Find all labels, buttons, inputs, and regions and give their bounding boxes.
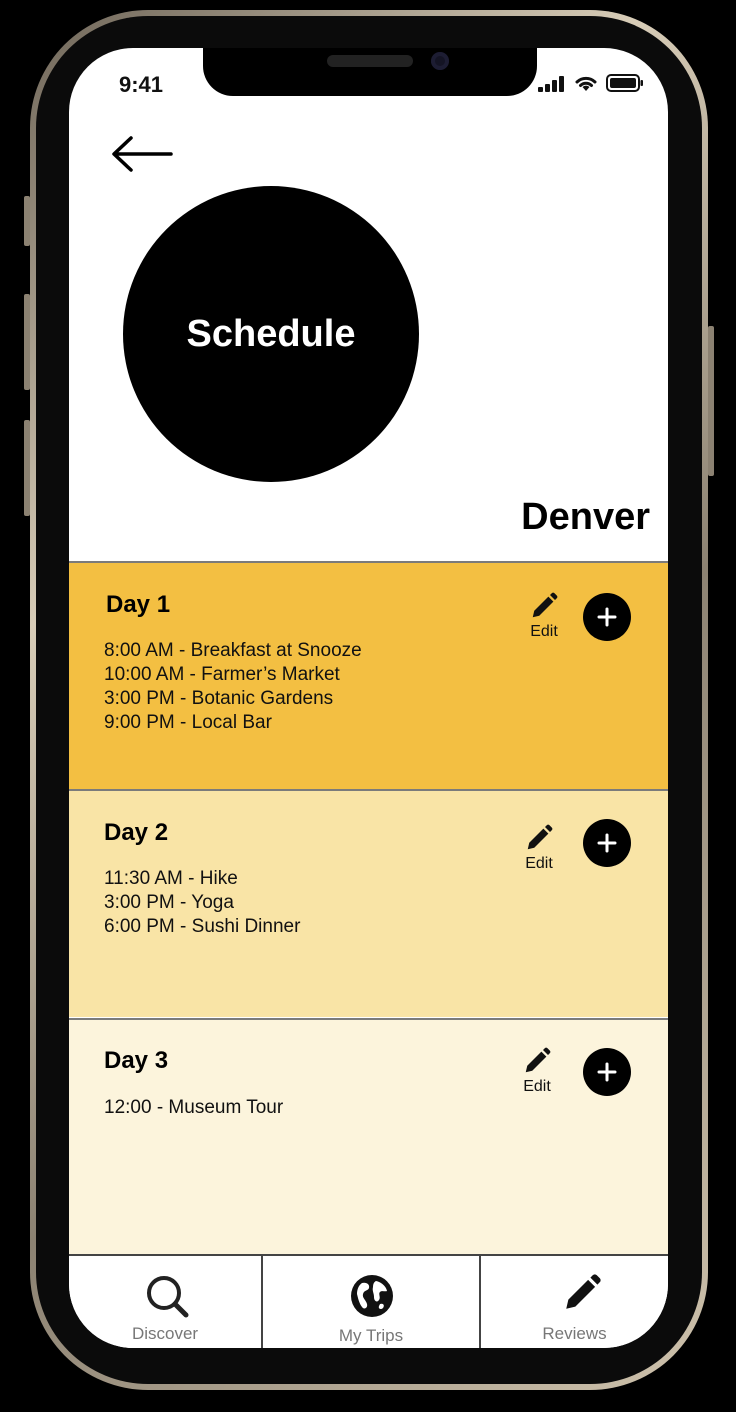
signal-icon <box>538 76 564 92</box>
edit-button[interactable]: Edit <box>512 1046 562 1096</box>
day-card-2: Day 2 11:30 AM - Hike 3:00 PM - Yoga 6:0… <box>69 789 668 1017</box>
activity-item: 6:00 PM - Sushi Dinner <box>104 916 301 937</box>
schedule-badge: Schedule <box>123 186 419 482</box>
activity-list: 12:00 - Museum Tour <box>104 1096 283 1120</box>
back-arrow-icon[interactable] <box>109 134 173 174</box>
tab-bar: Discover My Trips Reviews <box>69 1254 668 1348</box>
status-time: 9:41 <box>119 72 164 97</box>
add-activity-button[interactable] <box>583 593 631 641</box>
front-camera <box>431 52 449 70</box>
notch <box>203 48 537 96</box>
page-title: Schedule <box>186 312 356 355</box>
tab-label: My Trips <box>338 1326 404 1345</box>
tab-label: Discover <box>131 1324 199 1343</box>
activity-item: 3:00 PM - Botanic Gardens <box>104 688 334 709</box>
screen: 9:41 Schedule Denver Day 1 8:00 AM - Bre… <box>69 48 668 1348</box>
activity-item: 10:00 AM - Farmer’s Market <box>104 664 340 685</box>
day-title: Day 1 <box>106 591 171 618</box>
globe-icon <box>351 1275 393 1317</box>
plus-icon <box>597 833 617 853</box>
day-card-1: Day 1 8:00 AM - Breakfast at Snooze 10:0… <box>69 561 668 789</box>
activity-item: 12:00 - Museum Tour <box>104 1097 284 1118</box>
city-name: Denver <box>521 496 650 538</box>
add-activity-button[interactable] <box>583 1048 631 1096</box>
pencil-icon <box>532 592 558 618</box>
edit-label: Edit <box>525 855 553 872</box>
volume-down-button <box>24 420 30 516</box>
activity-item: 3:00 PM - Yoga <box>104 892 234 913</box>
pencil-icon <box>527 824 553 850</box>
pencil-icon <box>525 1047 551 1073</box>
edit-button[interactable]: Edit <box>519 591 569 641</box>
activity-item: 11:30 AM - Hike <box>104 868 238 889</box>
wifi-icon <box>575 76 597 91</box>
silent-switch <box>24 196 30 246</box>
tab-reviews[interactable]: Reviews <box>479 1256 668 1348</box>
edit-label: Edit <box>530 623 558 640</box>
volume-up-button <box>24 294 30 390</box>
activity-item: 9:00 PM - Local Bar <box>104 712 272 733</box>
activity-list: 11:30 AM - Hike 3:00 PM - Yoga 6:00 PM -… <box>104 867 300 939</box>
power-button <box>708 326 714 476</box>
tab-label: Reviews <box>542 1324 607 1343</box>
tab-my-trips[interactable]: My Trips <box>261 1256 479 1348</box>
battery-icon <box>606 74 643 92</box>
status-icons <box>538 74 644 92</box>
pencil-icon <box>566 1274 601 1309</box>
add-activity-button[interactable] <box>583 819 631 867</box>
speaker <box>327 55 413 67</box>
edit-button[interactable]: Edit <box>514 823 564 873</box>
plus-icon <box>597 607 617 627</box>
day-title: Day 2 <box>104 819 169 846</box>
edit-label: Edit <box>523 1078 551 1095</box>
day-title: Day 3 <box>104 1047 169 1074</box>
search-icon <box>147 1276 189 1318</box>
plus-icon <box>597 1062 617 1082</box>
tab-discover[interactable]: Discover <box>69 1256 261 1348</box>
activity-item: 8:00 AM - Breakfast at Snooze <box>104 640 362 661</box>
day-card-3: Day 3 12:00 - Museum Tour Edit <box>69 1018 668 1254</box>
activity-list: 8:00 AM - Breakfast at Snooze 10:00 AM -… <box>104 639 362 735</box>
